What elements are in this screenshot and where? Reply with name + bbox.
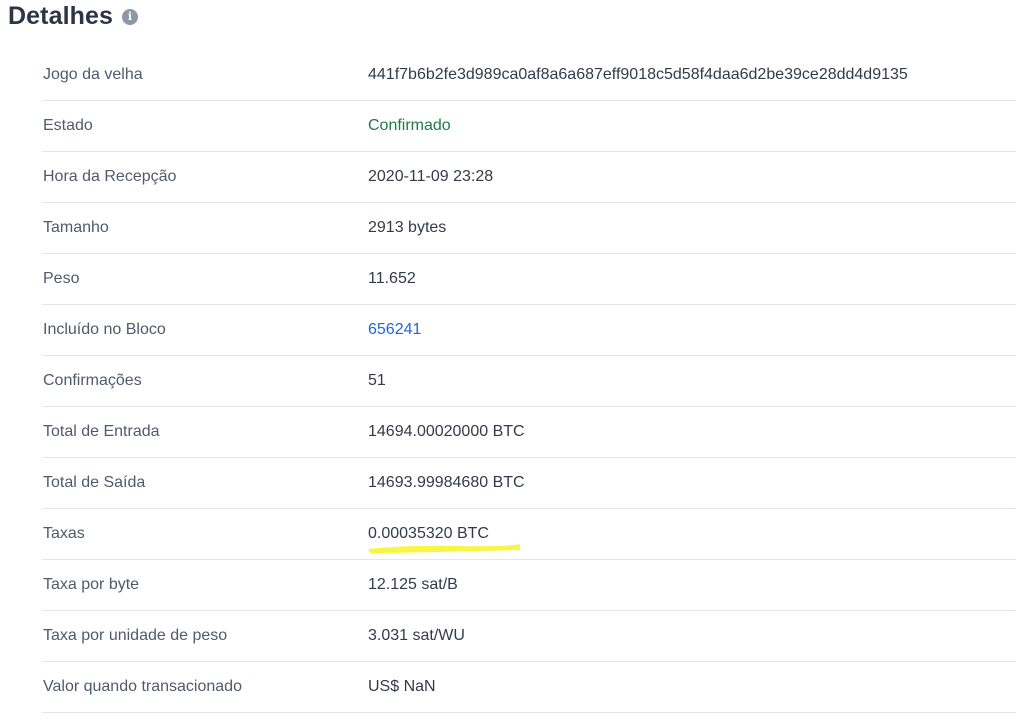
details-row-hash: Jogo da velha 441f7b6b2fe3d989ca0af8a6a6… (42, 50, 1016, 101)
fee-per-byte-value: 12.125 sat/B (368, 576, 458, 593)
status-value: Confirmado (368, 117, 451, 134)
details-row-weight: Peso 11.652 (42, 254, 1016, 305)
block-link[interactable]: 656241 (368, 305, 421, 355)
info-icon[interactable]: i (122, 9, 139, 25)
details-row-value-at-tx: Valor quando transacionado US$ NaN (42, 662, 1016, 713)
received-time-value: 2020-11-09 23:28 (368, 168, 494, 185)
row-label: Taxa por byte (43, 576, 140, 593)
fees-value: 0.00035320 BTC (368, 525, 489, 542)
section-title: Detalhes (8, 1, 114, 30)
size-value: 2913 bytes (368, 219, 447, 236)
row-label: Jogo da velha (43, 66, 143, 83)
details-row-confirmations: Confirmações 51 (42, 356, 1016, 407)
transaction-details-page: Detalhes i Jogo da velha 441f7b6b2fe3d98… (0, 0, 1034, 721)
row-label: Taxa por unidade de peso (43, 627, 228, 644)
row-label: Taxas (43, 525, 85, 542)
details-row-fees: Taxas 0.00035320 BTC (42, 509, 1016, 560)
total-input-value: 14694.00020000 BTC (368, 423, 525, 440)
details-row-fee-per-weight: Taxa por unidade de peso 3.031 sat/WU (42, 611, 1016, 662)
confirmations-value: 51 (368, 372, 386, 389)
row-label: Valor quando transacionado (43, 678, 242, 695)
details-row-fee-per-byte: Taxa por byte 12.125 sat/B (42, 560, 1016, 611)
details-header: Detalhes i (8, 0, 139, 32)
weight-value: 11.652 (368, 270, 416, 287)
value-at-transaction: US$ NaN (368, 678, 436, 695)
row-label: Peso (43, 270, 80, 287)
row-label: Estado (43, 117, 93, 134)
row-label: Tamanho (43, 219, 109, 236)
transaction-hash: 441f7b6b2fe3d989ca0af8a6a687eff9018c5d58… (368, 66, 908, 83)
details-row-total-input: Total de Entrada 14694.00020000 BTC (42, 407, 1016, 458)
details-row-total-output: Total de Saída 14693.99984680 BTC (42, 458, 1016, 509)
row-label: Confirmações (43, 372, 142, 389)
details-row-received-time: Hora da Recepção 2020-11-09 23:28 (42, 152, 1016, 203)
details-table: Jogo da velha 441f7b6b2fe3d989ca0af8a6a6… (42, 50, 1016, 713)
row-label: Total de Entrada (43, 423, 160, 440)
row-label: Hora da Recepção (43, 168, 177, 185)
total-output-value: 14693.99984680 BTC (368, 474, 525, 491)
fee-per-weight-value: 3.031 sat/WU (368, 627, 465, 644)
details-row-block: Incluído no Bloco 656241 (42, 305, 1016, 356)
details-row-status: Estado Confirmado (42, 101, 1016, 152)
details-row-size: Tamanho 2913 bytes (42, 203, 1016, 254)
row-label: Incluído no Bloco (43, 321, 166, 338)
row-label: Total de Saída (43, 474, 146, 491)
